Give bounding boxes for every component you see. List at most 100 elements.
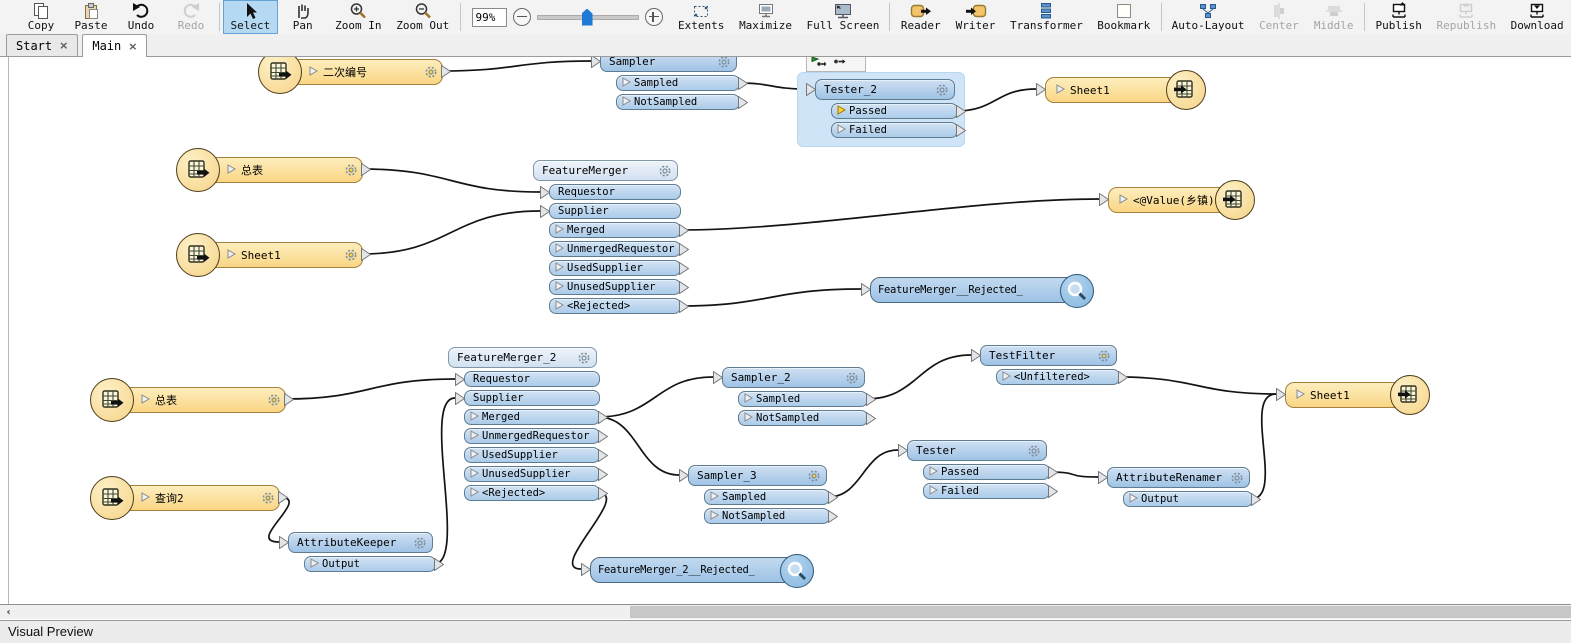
transformer-node-tester-2[interactable]: Tester_2PassedFailed — [815, 79, 955, 138]
input-arrow-icon[interactable] — [1098, 471, 1108, 487]
port-sampled[interactable]: Sampled — [704, 489, 830, 505]
input-arrow-icon[interactable] — [591, 57, 601, 71]
connection[interactable] — [285, 379, 455, 399]
port-unfiltered[interactable]: <Unfiltered> — [996, 369, 1120, 385]
gear-icon[interactable] — [1097, 349, 1111, 363]
toolbar-button-bookmark[interactable]: Bookmark — [1090, 0, 1158, 34]
zoom-slider-handle[interactable] — [582, 9, 593, 26]
output-arrow-icon[interactable] — [1118, 371, 1128, 387]
gear-icon[interactable] — [344, 163, 358, 177]
toolbar-button-pan[interactable]: Pan — [278, 0, 328, 34]
output-arrow-icon[interactable] — [679, 243, 689, 259]
input-arrow-icon[interactable] — [861, 283, 871, 299]
visual-preview-panel-header[interactable]: Visual Preview — [0, 620, 1571, 643]
connection[interactable] — [362, 169, 540, 192]
output-arrow-icon[interactable] — [441, 65, 451, 81]
scrollbar-thumb[interactable] — [630, 606, 1571, 618]
gear-icon[interactable] — [717, 57, 731, 69]
port-requestor[interactable]: Requestor — [549, 184, 681, 200]
output-arrow-icon[interactable] — [361, 248, 371, 264]
output-arrow-icon[interactable] — [598, 430, 608, 446]
transformer-node-attributekeeper[interactable]: AttributeKeeper Output — [288, 532, 433, 572]
output-arrow-icon[interactable] — [1251, 493, 1261, 509]
gear-icon[interactable] — [1027, 444, 1041, 458]
run-to-here-icon[interactable] — [832, 57, 848, 72]
port-merged[interactable]: Merged — [464, 409, 600, 425]
input-arrow-icon[interactable] — [455, 392, 465, 408]
input-arrow-icon[interactable] — [971, 349, 981, 365]
output-arrow-icon[interactable] — [598, 487, 608, 503]
scrollbar-track[interactable] — [17, 605, 1571, 619]
toolbar-button-cut[interactable]: Cut — [0, 0, 16, 34]
port-rejected[interactable]: <Rejected> — [464, 485, 600, 501]
node-title-bar[interactable]: Sampler — [600, 57, 737, 72]
output-arrow-icon[interactable] — [598, 468, 608, 484]
transformer-node-sampler[interactable]: SamplerSampledNotSampled — [600, 57, 737, 110]
node-title-bar[interactable]: AttributeRenamer — [1107, 467, 1250, 488]
gear-icon[interactable] — [935, 83, 949, 97]
reader-node-总表[interactable]: 总表 — [110, 387, 286, 413]
toolbar-button-reader[interactable]: Reader — [893, 0, 948, 34]
connection[interactable] — [679, 289, 861, 306]
toolbar-button-extents[interactable]: Extents — [671, 0, 732, 34]
port-unmergedrequestor[interactable]: UnmergedRequestor — [549, 241, 681, 257]
output-arrow-icon[interactable] — [598, 449, 608, 465]
zoom-slider[interactable] — [537, 15, 639, 20]
node-title-bar[interactable]: AttributeKeeper — [288, 532, 433, 553]
input-arrow-icon[interactable] — [540, 186, 550, 202]
reader-node-二次编号[interactable]: 二次编号 — [278, 59, 443, 85]
input-arrow-icon[interactable] — [455, 373, 465, 389]
output-arrow-icon[interactable] — [866, 393, 876, 409]
output-arrow-icon[interactable] — [738, 96, 748, 112]
gear-icon[interactable] — [413, 536, 427, 550]
input-arrow-icon[interactable] — [679, 469, 689, 485]
port-usedsupplier[interactable]: UsedSupplier — [549, 260, 681, 276]
port-output[interactable]: Output — [1123, 491, 1253, 507]
output-arrow-icon[interactable] — [866, 412, 876, 428]
transformer-node-sampler-3[interactable]: Sampler_3SampledNotSampled — [688, 465, 827, 524]
input-arrow-icon[interactable] — [1036, 83, 1046, 99]
port-output[interactable]: Output — [304, 556, 436, 572]
node-title-bar[interactable]: TestFilter — [980, 345, 1117, 366]
gear-icon[interactable] — [1230, 471, 1244, 485]
toolbar-button-undo[interactable]: Undo — [116, 0, 166, 34]
toolbar-button-download[interactable]: Download — [1503, 0, 1571, 34]
gear-icon[interactable] — [267, 393, 281, 407]
output-arrow-icon[interactable] — [679, 281, 689, 297]
horizontal-scrollbar[interactable]: ‹ — [0, 604, 1571, 619]
connection[interactable] — [679, 199, 1099, 230]
output-arrow-icon[interactable] — [361, 163, 371, 179]
transformer-node-featuremerger[interactable]: FeatureMergerRequestorSupplierMergedUnme… — [533, 160, 678, 314]
port-notsampled[interactable]: NotSampled — [738, 410, 868, 426]
port-passed[interactable]: Passed — [923, 464, 1050, 480]
transformer-node-testfilter[interactable]: TestFilter <Unfiltered> — [980, 345, 1117, 385]
transformer-node-attributerenamer[interactable]: AttributeRenamer Output — [1107, 467, 1250, 507]
output-arrow-icon[interactable] — [278, 491, 288, 507]
output-arrow-icon[interactable] — [956, 124, 966, 140]
connection[interactable] — [362, 211, 540, 254]
gear-icon[interactable] — [424, 65, 438, 79]
port-unusedsupplier[interactable]: UnusedSupplier — [464, 466, 600, 482]
port-requestor[interactable]: Requestor — [464, 371, 600, 387]
gear-icon[interactable] — [261, 491, 275, 505]
connection[interactable] — [956, 89, 1036, 111]
node-title-bar[interactable]: Tester_2 — [815, 79, 955, 100]
writer-node-value-乡镇[interactable]: <@Value(乡镇)> — [1108, 187, 1244, 213]
output-arrow-icon[interactable] — [828, 510, 838, 526]
port-failed[interactable]: Failed — [923, 483, 1050, 499]
port-merged[interactable]: Merged — [549, 222, 681, 238]
writer-node-sheet1[interactable]: Sheet1 — [1045, 77, 1195, 103]
run-from-here-icon[interactable] — [811, 57, 827, 72]
output-arrow-icon[interactable] — [738, 77, 748, 93]
connection[interactable] — [1251, 394, 1276, 499]
output-arrow-icon[interactable] — [679, 300, 689, 316]
port-usedsupplier[interactable]: UsedSupplier — [464, 447, 600, 463]
port-supplier[interactable]: Supplier — [464, 390, 600, 406]
input-arrow-icon[interactable] — [713, 371, 723, 387]
port-notsampled[interactable]: NotSampled — [616, 94, 740, 110]
connection[interactable] — [598, 417, 679, 475]
connection[interactable] — [1118, 377, 1276, 394]
input-arrow-icon[interactable] — [1099, 193, 1109, 209]
reader-node-总表[interactable]: 总表 — [196, 157, 363, 183]
toolbar-button-paste[interactable]: Paste — [66, 0, 116, 34]
